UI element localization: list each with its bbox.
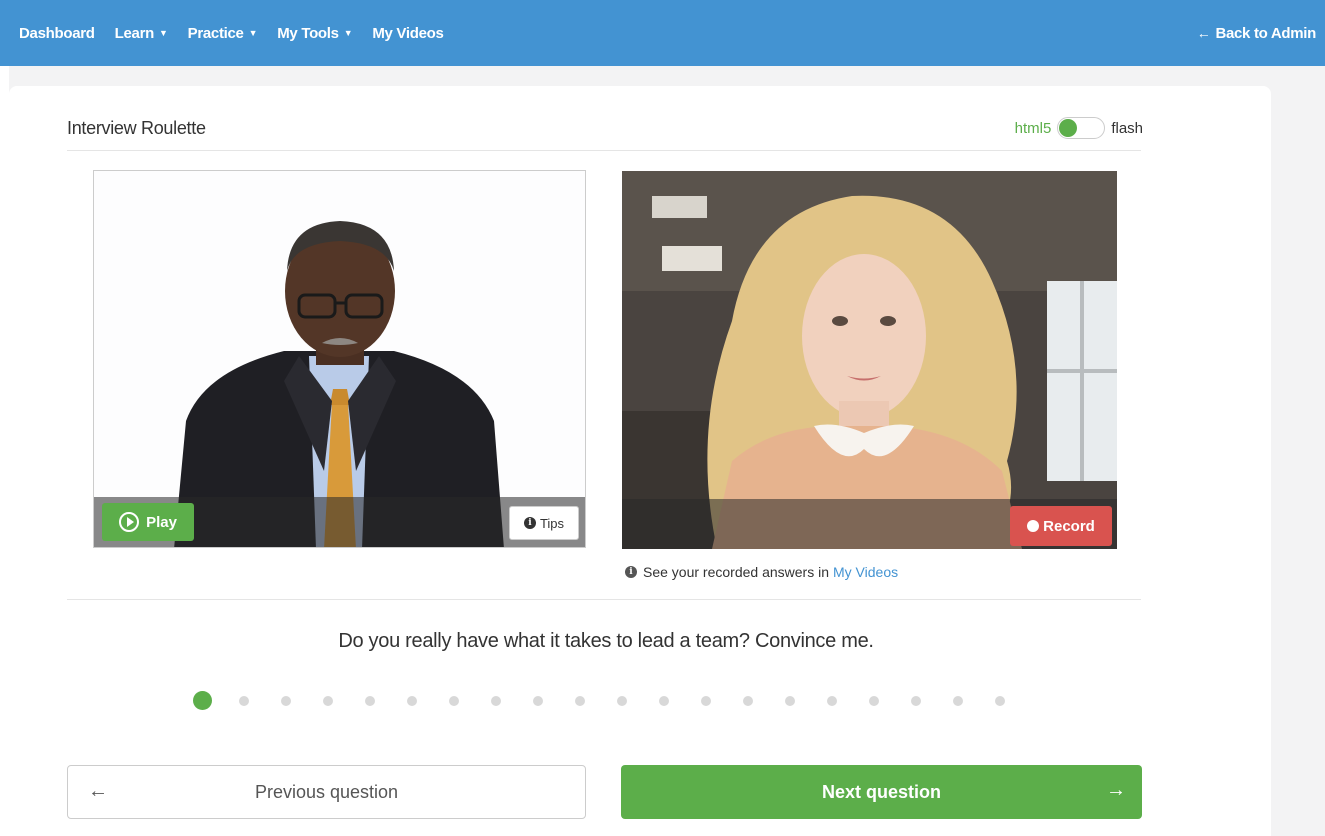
- pagination-dot[interactable]: [785, 695, 795, 706]
- tips-button[interactable]: i Tips: [509, 506, 579, 540]
- caret-down-icon: ▼: [343, 28, 353, 38]
- pagination-dot[interactable]: [617, 695, 627, 706]
- pagination-dot[interactable]: [365, 695, 375, 706]
- arrow-left-icon: ←: [88, 780, 108, 802]
- next-question-label: Next question: [821, 781, 941, 802]
- question-text: Do you really have what it takes to lead…: [338, 630, 874, 652]
- pagination-dot[interactable]: [995, 695, 1005, 706]
- back-to-admin-label: Back to Admin: [1215, 24, 1316, 42]
- tips-button-label: Tips: [539, 515, 565, 531]
- recorded-answers-note: i See your recorded answers in My Videos: [625, 564, 898, 580]
- nav-item-label: Learn: [114, 24, 155, 42]
- pagination-dot[interactable]: [659, 695, 669, 706]
- info-icon: i: [523, 517, 536, 529]
- back-to-admin-link[interactable]: ← Back to Admin: [1196, 0, 1317, 66]
- toggle-label-flash: flash: [1111, 119, 1143, 137]
- nav-item-label: My Tools: [277, 24, 339, 42]
- webcam-video[interactable]: Record: [622, 171, 1117, 549]
- pagination-dot[interactable]: [743, 695, 753, 706]
- previous-question-label: Previous question: [254, 781, 399, 802]
- play-button-label: Play: [146, 513, 177, 531]
- nav-item-practice[interactable]: Practice ▼: [178, 0, 268, 66]
- nav-item-my-videos[interactable]: My Videos: [362, 0, 453, 66]
- info-icon: i: [625, 566, 637, 578]
- nav-item-label: Dashboard: [19, 24, 95, 42]
- page-title: Interview Roulette: [67, 118, 206, 138]
- nav-item-label: Practice: [187, 24, 244, 42]
- player-mode-toggle: html5 flash: [1015, 117, 1143, 139]
- mode-switch[interactable]: [1057, 117, 1106, 139]
- interviewer-image: [94, 171, 585, 547]
- recorded-note-text: See your recorded answers in: [643, 564, 829, 580]
- record-button-label: Record: [1043, 517, 1095, 535]
- my-videos-link[interactable]: My Videos: [833, 564, 898, 580]
- nav-item-label: My Videos: [372, 24, 444, 42]
- pagination-dot[interactable]: [407, 695, 417, 706]
- pagination-dot[interactable]: [911, 695, 921, 706]
- caret-down-icon: ▼: [159, 28, 168, 38]
- switch-knob: [1059, 119, 1078, 137]
- pagination-dot[interactable]: [281, 695, 291, 706]
- pagination-dot[interactable]: [575, 695, 585, 706]
- toggle-label-html5: html5: [1014, 119, 1052, 137]
- nav-item-learn[interactable]: Learn ▼: [105, 0, 178, 66]
- play-circle-icon: [119, 512, 140, 532]
- pagination-dot[interactable]: [869, 695, 879, 706]
- pagination-dot[interactable]: [953, 695, 963, 706]
- interviewer-video[interactable]: Play i Tips: [93, 170, 586, 548]
- pagination-dot[interactable]: [239, 695, 249, 706]
- arrow-left-icon: ←: [1196, 25, 1211, 41]
- record-dot-icon: [1027, 520, 1040, 532]
- pagination-dot[interactable]: [491, 695, 501, 706]
- pagination-dot[interactable]: [449, 695, 459, 706]
- top-navbar: Dashboard Learn ▼ Practice ▼ My Tools ▼ …: [0, 0, 1325, 66]
- pagination-dot[interactable]: [827, 695, 837, 706]
- record-button[interactable]: Record: [1010, 506, 1112, 546]
- interview-card: Interview Roulette html5 flash Play i Ti…: [9, 86, 1271, 836]
- pagination-dot[interactable]: [533, 695, 543, 706]
- nav-item-my-tools[interactable]: My Tools ▼: [267, 0, 362, 66]
- pagination-dot[interactable]: [701, 695, 711, 706]
- next-question-button[interactable]: Next question →: [621, 765, 1142, 819]
- caret-down-icon: ▼: [248, 28, 258, 38]
- play-button[interactable]: Play: [102, 503, 194, 541]
- arrow-right-icon: →: [1106, 779, 1126, 801]
- pagination-dot[interactable]: [193, 691, 212, 710]
- previous-question-button[interactable]: ← Previous question: [67, 765, 586, 819]
- left-gutter: [0, 66, 9, 836]
- nav-item-dashboard[interactable]: Dashboard: [9, 0, 105, 66]
- divider: [67, 150, 1141, 151]
- divider: [67, 599, 1141, 600]
- nav-menu: Dashboard Learn ▼ Practice ▼ My Tools ▼ …: [9, 0, 454, 66]
- pagination-dot[interactable]: [323, 695, 333, 706]
- webcam-image: [622, 171, 1117, 549]
- question-pagination: [193, 691, 1037, 710]
